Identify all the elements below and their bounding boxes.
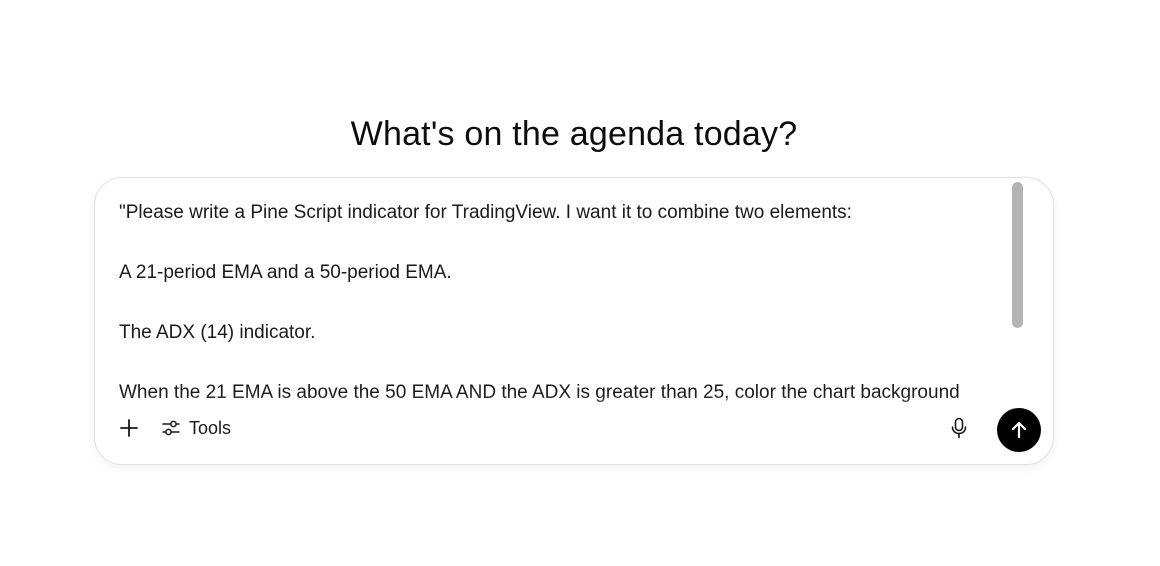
- page: What's on the agenda today? "Please writ…: [0, 0, 1160, 566]
- prompt-line: "Please write a Pine Script indicator fo…: [119, 202, 852, 223]
- voice-input-button[interactable]: [941, 410, 977, 446]
- composer-toolbar: Tools: [95, 408, 1053, 452]
- prompt-line: The ADX (14) indicator.: [119, 322, 316, 343]
- tools-button[interactable]: Tools: [161, 410, 231, 446]
- microphone-icon: [951, 417, 967, 439]
- page-heading: What's on the agenda today?: [350, 114, 798, 153]
- send-button[interactable]: [997, 408, 1041, 452]
- textarea-scrollbar[interactable]: [1012, 182, 1023, 328]
- prompt-line: A 21-period EMA and a 50-period EMA.: [119, 262, 452, 283]
- prompt-textarea[interactable]: "Please write a Pine Script indicator fo…: [119, 198, 1009, 406]
- add-attachment-button[interactable]: [113, 410, 145, 446]
- prompt-composer: "Please write a Pine Script indicator fo…: [94, 177, 1054, 465]
- arrow-up-icon: [1011, 421, 1027, 439]
- plus-icon: [120, 419, 138, 437]
- prompt-line: When the 21 EMA is above the 50 EMA AND …: [119, 382, 960, 403]
- sliders-icon: [162, 420, 180, 436]
- tools-button-label: Tools: [189, 417, 232, 438]
